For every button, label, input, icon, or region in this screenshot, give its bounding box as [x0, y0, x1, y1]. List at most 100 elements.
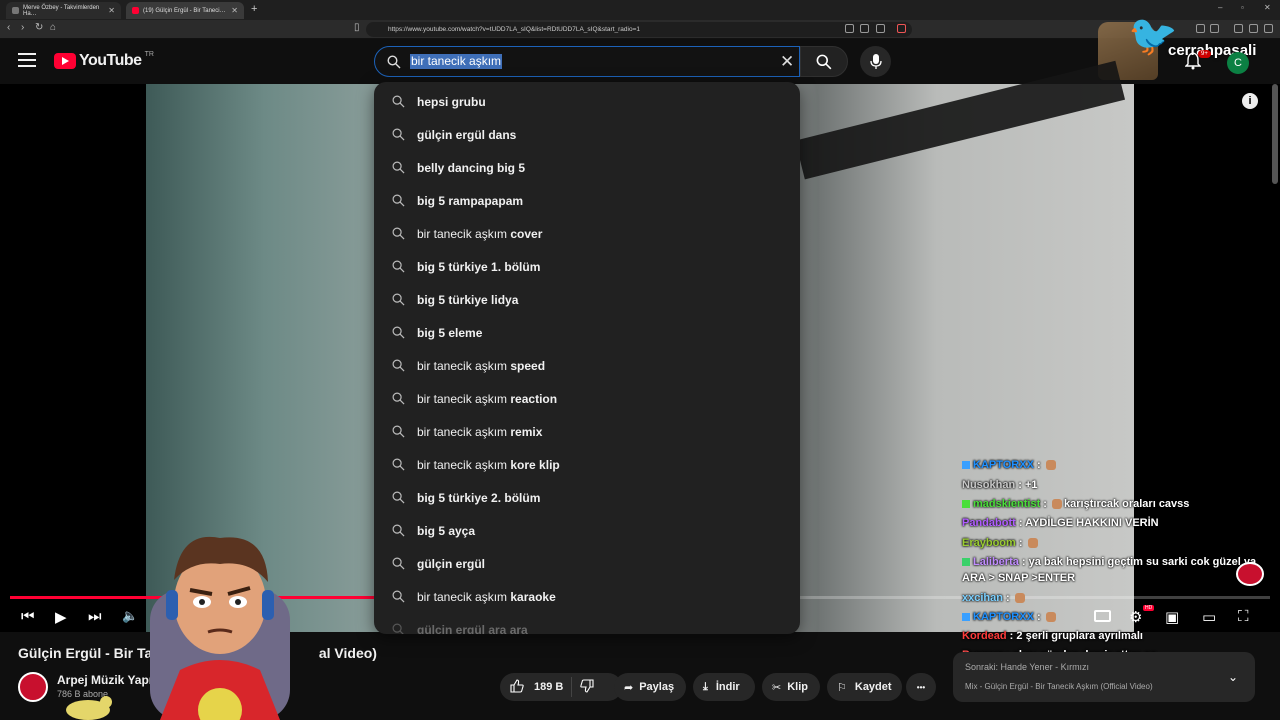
channel-logo-overlay: [1236, 562, 1264, 586]
clear-search-icon[interactable]: ✕: [780, 53, 794, 70]
chat-message: xxcihan :: [962, 592, 1027, 604]
chat-emote-icon: [1027, 538, 1038, 549]
chat-text: 2 şerli gruplara ayrılmalı: [1016, 630, 1143, 642]
chat-badge-icon: [962, 558, 970, 567]
like-button[interactable]: [510, 678, 524, 696]
search-suggestion[interactable]: hepsi grubu: [374, 85, 800, 118]
search-suggestion[interactable]: gülçin ergül dans: [374, 118, 800, 151]
menu-icon[interactable]: [1264, 24, 1273, 33]
save-button[interactable]: ⚐ Kaydet: [827, 673, 902, 701]
close-tab-icon[interactable]: ✕: [231, 6, 238, 15]
search-suggestion[interactable]: gülçin ergül: [374, 547, 800, 580]
voice-search-button[interactable]: [860, 46, 891, 77]
next-icon[interactable]: ⏭: [88, 608, 102, 625]
forward-icon[interactable]: ›: [21, 22, 24, 33]
play-icon[interactable]: ▶: [55, 608, 67, 626]
new-tab-icon[interactable]: +: [251, 3, 257, 15]
thumbs-up-icon: [510, 678, 524, 693]
maximize-button[interactable]: ▫: [1241, 3, 1244, 12]
search-suggestion[interactable]: big 5 türkiye 1. bölüm: [374, 250, 800, 283]
search-icon: [392, 392, 405, 405]
close-tab-icon[interactable]: ✕: [108, 6, 115, 15]
search-icon: [392, 557, 405, 570]
search-suggestion[interactable]: big 5 ayça: [374, 514, 800, 547]
reload-icon[interactable]: ↻: [35, 22, 43, 33]
search-suggestion[interactable]: big 5 eleme: [374, 316, 800, 349]
chat-text: +1: [1024, 479, 1038, 491]
chat-badge-icon: [962, 613, 970, 622]
youtube-logo[interactable]: YouTube TR: [54, 51, 154, 70]
suggestion-text: big 5 türkiye 2. bölüm: [417, 491, 541, 505]
chat-username: Laliberta: [973, 556, 1019, 568]
theater-mode-icon[interactable]: ▭: [1202, 608, 1216, 626]
search-suggestion[interactable]: bir tanecik aşkım kore klip: [374, 448, 800, 481]
wallet-icon[interactable]: [1234, 24, 1243, 33]
browser-tab[interactable]: Merve Özbey - Takvimlerden Ha… ✕: [6, 2, 121, 19]
home-icon[interactable]: ⌂: [50, 22, 56, 33]
mix-playlist-card[interactable]: [953, 652, 1255, 702]
bookmark-icon[interactable]: ▯: [354, 22, 360, 33]
chevron-down-icon[interactable]: ⌄: [1228, 670, 1238, 684]
thumbs-down-icon: [580, 678, 594, 693]
search-suggestion[interactable]: bir tanecik aşkım speed: [374, 349, 800, 382]
search-icon: [392, 425, 405, 438]
dislike-button[interactable]: [580, 678, 594, 696]
shield-icon[interactable]: [1249, 24, 1258, 33]
minimize-button[interactable]: –: [1218, 3, 1222, 12]
search-icon: [392, 293, 405, 306]
suggestion-text: bir tanecik aşkım reaction: [417, 392, 558, 406]
more-actions-button[interactable]: •••: [906, 673, 936, 701]
fullscreen-icon[interactable]: ⛶: [1238, 608, 1249, 625]
search-query-text[interactable]: bir tanecik aşkım: [410, 54, 503, 69]
share-button[interactable]: ➦ Paylaş: [614, 673, 686, 701]
search-suggestion[interactable]: belly dancing big 5: [374, 151, 800, 184]
search-suggestion[interactable]: big 5 türkiye lidya: [374, 283, 800, 316]
previous-icon[interactable]: ⏮: [21, 608, 35, 625]
account-avatar[interactable]: C: [1227, 52, 1249, 74]
browser-tab-active[interactable]: (19) Gülçin Ergül - Bir Taneci… ✕: [126, 2, 244, 19]
subtitles-icon[interactable]: [1094, 610, 1111, 622]
search-suggestion[interactable]: bir tanecik aşkım reaction: [374, 382, 800, 415]
like-count: 189 B: [534, 681, 564, 693]
suggestion-text: bir tanecik aşkım kore klip: [417, 458, 560, 472]
chat-username: KAPTORXX: [973, 459, 1034, 471]
extension-icon[interactable]: [1196, 24, 1205, 33]
channel-avatar[interactable]: [18, 672, 48, 702]
chat-message: ARA > SNAP >ENTER: [962, 572, 1075, 584]
search-suggestion[interactable]: bir tanecik aşkım cover: [374, 217, 800, 250]
url-field[interactable]: https://www.youtube.com/watch?v=tUDD7LA_…: [366, 22, 912, 37]
download-button[interactable]: ⤓ İndir: [693, 673, 755, 701]
info-icon[interactable]: i: [1242, 93, 1258, 109]
zoom-icon[interactable]: [860, 24, 869, 33]
brave-shield-icon[interactable]: [897, 24, 906, 33]
search-icon: [392, 491, 405, 504]
sidebar-icon[interactable]: [1210, 24, 1219, 33]
chat-text: karıştırcak oraları cavss: [1064, 498, 1190, 510]
settings-gear-icon[interactable]: ⚙: [1129, 608, 1142, 626]
hamburger-menu-icon[interactable]: [18, 53, 36, 67]
clip-button[interactable]: ✂ Klip: [762, 673, 820, 701]
share-page-icon[interactable]: [876, 24, 885, 33]
suggestion-text: big 5 türkiye lidya: [417, 293, 519, 307]
close-window-button[interactable]: ✕: [1264, 3, 1271, 12]
search-suggestion[interactable]: big 5 türkiye 2. bölüm: [374, 481, 800, 514]
streamer-avatar-overlay: [150, 536, 290, 720]
search-icon: [816, 54, 832, 69]
miniplayer-icon[interactable]: ▣: [1165, 608, 1179, 626]
mix-next-video: Sonraki: Hande Yener - Kırmızı: [965, 662, 1090, 672]
chat-username: Pandabott: [962, 517, 1016, 529]
back-icon[interactable]: ‹: [7, 22, 10, 33]
search-button[interactable]: [800, 46, 848, 77]
search-suggestion[interactable]: gülçin ergül ara ara: [374, 613, 800, 634]
volume-icon[interactable]: 🔈: [122, 608, 138, 624]
search-suggestion[interactable]: big 5 rampapapam: [374, 184, 800, 217]
chat-badge-icon: [962, 461, 970, 470]
search-suggestion[interactable]: bir tanecik aşkım remix: [374, 415, 800, 448]
mix-title: Mix - Gülçin Ergül - Bir Tanecik Aşkım (…: [965, 682, 1153, 691]
like-dislike-group: 189 B: [500, 673, 622, 701]
chat-badge-icon: [962, 500, 970, 509]
extension-icon[interactable]: [845, 24, 854, 33]
search-icon: [392, 95, 405, 108]
search-suggestion[interactable]: bir tanecik aşkım karaoke: [374, 580, 800, 613]
page-scrollbar[interactable]: [1272, 84, 1278, 184]
